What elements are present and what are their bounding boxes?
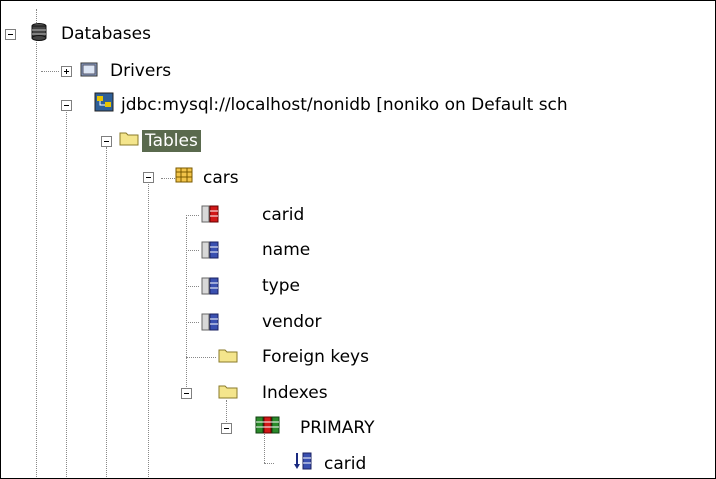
tree-line — [264, 434, 265, 463]
folder-icon — [218, 349, 238, 363]
tree-node-primary[interactable]: PRIMARY — [297, 415, 377, 441]
tree-node-label: vendor — [262, 312, 322, 332]
tree-node-label: jdbc:mysql://localhost/nonidb [noniko on… — [121, 95, 568, 115]
folder-icon — [119, 132, 139, 146]
tree-node-label: PRIMARY — [300, 418, 375, 438]
tree-node-indexes[interactable]: Indexes — [259, 380, 331, 406]
tree-node-label: Tables — [142, 130, 201, 152]
index-icon — [255, 416, 280, 434]
tree-node-column[interactable]: name — [259, 237, 313, 263]
tree-node-tables[interactable]: Tables — [142, 128, 201, 154]
tree-node-index-column[interactable]: carid — [321, 451, 369, 477]
tree-line — [66, 112, 67, 478]
tree-node-label: cars — [203, 168, 239, 188]
column-icon — [201, 313, 219, 331]
primary-key-column-icon — [201, 205, 219, 223]
tree-node-label: Indexes — [262, 383, 328, 403]
tree-node-label: carid — [324, 454, 367, 474]
tree-node-label: type — [262, 276, 300, 296]
tree-line — [41, 71, 59, 72]
tree-node-column[interactable]: carid — [259, 202, 307, 228]
tree-node-column[interactable]: vendor — [259, 309, 324, 335]
tree-line — [161, 178, 175, 179]
tree-node-label: Foreign keys — [262, 347, 369, 367]
tree-line — [106, 147, 107, 478]
explorer-tree-panel: Databases Drivers jdbc:mysql://localhost… — [1, 1, 715, 478]
column-icon — [201, 241, 219, 259]
tree-node-label: name — [262, 240, 311, 260]
tree-line — [186, 217, 187, 389]
tree-line — [148, 182, 149, 478]
table-icon — [175, 167, 193, 183]
collapse-toggle[interactable] — [221, 423, 232, 434]
collapse-toggle[interactable] — [5, 29, 16, 40]
tree-line — [186, 215, 199, 216]
tree-line — [186, 250, 199, 251]
tree-node-label: Databases — [61, 24, 151, 44]
tree-node-label: Drivers — [110, 61, 172, 81]
tree-node-connection[interactable]: jdbc:mysql://localhost/nonidb [noniko on… — [118, 92, 571, 118]
tree-node-label: carid — [262, 205, 305, 225]
collapse-toggle[interactable] — [181, 388, 192, 399]
tree-line — [186, 357, 216, 358]
tree-line — [264, 463, 274, 464]
drivers-folder-icon — [80, 62, 98, 77]
tree-line — [186, 286, 199, 287]
collapse-toggle[interactable] — [61, 100, 72, 111]
tree-line — [186, 322, 199, 323]
tree-node-column[interactable]: type — [259, 273, 303, 299]
tree-node-drivers[interactable]: Drivers — [107, 58, 174, 84]
tree-line — [36, 9, 37, 478]
folder-icon — [218, 385, 238, 399]
column-icon — [201, 277, 219, 295]
collapse-toggle[interactable] — [143, 172, 154, 183]
tree-node-databases[interactable]: Databases — [58, 21, 154, 47]
index-column-icon — [294, 452, 312, 470]
tree-node-foreign-keys[interactable]: Foreign keys — [259, 344, 372, 370]
collapse-toggle[interactable] — [101, 136, 112, 147]
expand-toggle[interactable] — [61, 66, 72, 77]
connection-icon — [94, 92, 114, 112]
tree-node-cars[interactable]: cars — [200, 165, 242, 191]
database-icon — [31, 23, 47, 41]
